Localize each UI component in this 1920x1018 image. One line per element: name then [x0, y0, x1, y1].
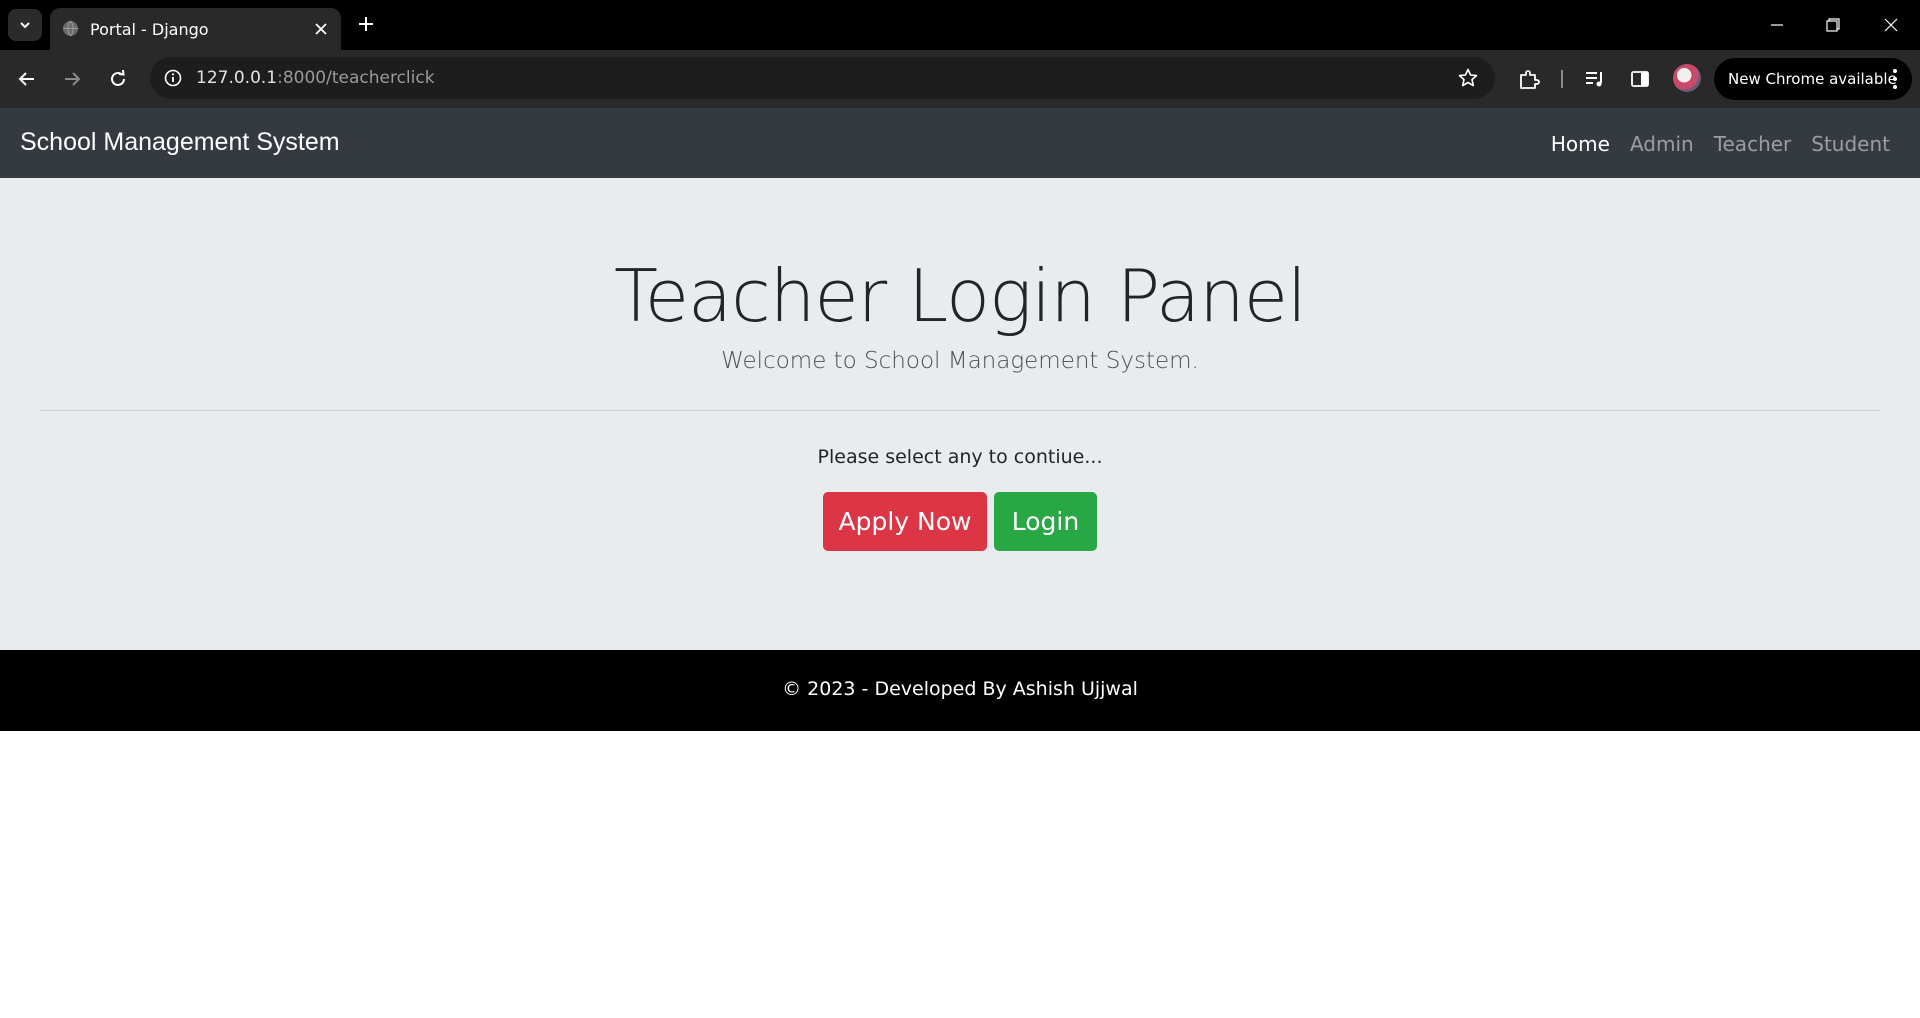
update-label: New Chrome available	[1728, 70, 1897, 88]
forward-button[interactable]	[57, 64, 87, 94]
kebab-menu-icon	[1892, 69, 1898, 89]
action-buttons: Apply Now Login	[823, 492, 1097, 551]
arrow-right-icon	[65, 72, 81, 86]
jumbotron: Teacher Login Panel Welcome to School Ma…	[0, 178, 1920, 650]
tab-title: Portal - Django	[90, 20, 209, 39]
close-window-button[interactable]	[1876, 10, 1906, 40]
restore-button[interactable]	[1818, 10, 1848, 40]
restore-icon	[1826, 18, 1840, 32]
back-button[interactable]	[12, 64, 42, 94]
tab-search-button[interactable]	[8, 9, 42, 41]
plus-icon	[359, 17, 373, 31]
close-icon	[1884, 18, 1898, 32]
toolbar-separator	[1561, 70, 1563, 88]
apply-now-button[interactable]: Apply Now	[823, 492, 987, 551]
url-text[interactable]: 127.0.0.1:8000/teacherclick	[196, 68, 435, 88]
chrome-update-button[interactable]: New Chrome available	[1714, 58, 1912, 100]
close-icon	[315, 23, 327, 35]
browser-toolbar: 127.0.0.1:8000/teacherclick New Chrome a…	[0, 50, 1920, 108]
site-navbar: School Management System Home Admin Teac…	[0, 108, 1920, 178]
arrow-left-icon	[18, 72, 34, 86]
side-panel-button[interactable]	[1626, 65, 1654, 93]
address-bar[interactable]: 127.0.0.1:8000/teacherclick	[150, 57, 1495, 99]
nav-links: Home Admin Teacher Student	[1551, 132, 1890, 156]
browser-tab[interactable]: Portal - Django	[50, 8, 341, 50]
extensions-button[interactable]	[1515, 65, 1543, 93]
info-icon	[164, 69, 182, 87]
minimize-icon	[1771, 24, 1783, 26]
page-title: Teacher Login Panel	[613, 254, 1307, 338]
footer-text: © 2023 - Developed By Ashish Ujjwal	[782, 678, 1138, 700]
login-button[interactable]: Login	[994, 492, 1097, 551]
profile-avatar[interactable]	[1673, 64, 1701, 92]
reload-icon	[111, 70, 125, 86]
reload-button[interactable]	[103, 64, 133, 94]
star-icon	[1458, 68, 1478, 87]
puzzle-icon	[1520, 70, 1540, 89]
site-footer: © 2023 - Developed By Ashish Ujjwal	[0, 650, 1920, 731]
new-tab-button[interactable]	[354, 12, 378, 36]
select-prompt: Please select any to contiue...	[817, 446, 1103, 468]
chevron-down-icon	[20, 22, 30, 29]
nav-link-teacher[interactable]: Teacher	[1714, 132, 1792, 156]
nav-link-admin[interactable]: Admin	[1630, 132, 1694, 156]
page-subtitle: Welcome to School Management System.	[721, 348, 1199, 374]
playlist-icon	[1586, 72, 1602, 87]
divider	[39, 410, 1881, 411]
side-panel-icon	[1631, 71, 1649, 87]
media-control-button[interactable]	[1581, 65, 1609, 93]
nav-link-student[interactable]: Student	[1811, 132, 1890, 156]
tab-strip: Portal - Django	[0, 0, 1920, 50]
bookmark-button[interactable]	[1457, 67, 1479, 89]
tab-close-button[interactable]	[311, 19, 331, 39]
globe-icon	[63, 20, 78, 37]
navbar-brand[interactable]: School Management System	[20, 128, 340, 157]
site-info-button[interactable]	[162, 67, 184, 89]
url-host: 127.0.0.1	[196, 68, 278, 88]
nav-link-home[interactable]: Home	[1551, 132, 1610, 156]
minimize-button[interactable]	[1762, 10, 1792, 40]
url-path: :8000/teacherclick	[277, 68, 435, 88]
